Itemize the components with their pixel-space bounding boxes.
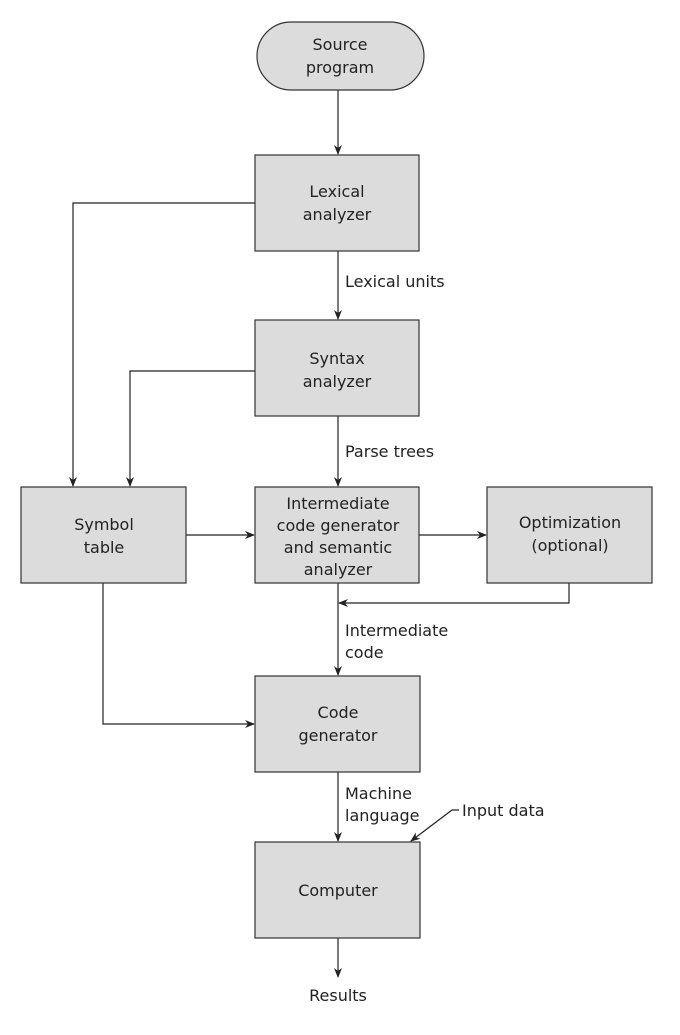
node-intermediate: Intermediate code generator and semantic…: [254, 486, 420, 584]
node-label: Optimization: [519, 513, 621, 532]
node-label: analyzer: [303, 205, 372, 224]
node-computer: Computer: [254, 841, 421, 939]
node-label: Source: [313, 35, 368, 54]
label-results: Results: [309, 986, 367, 1005]
node-codegen: Code generator: [254, 675, 421, 773]
label-machine-language: Machine: [345, 784, 412, 803]
node-label: and semantic: [284, 538, 392, 557]
node-label: Intermediate: [286, 494, 389, 513]
node-label: (optional): [531, 536, 608, 555]
edge-lexical-symbol: [69, 202, 255, 487]
edge-symbol-codegen: [102, 583, 255, 728]
node-source: Source program: [256, 21, 425, 91]
edge-optimization-return: [338, 583, 570, 607]
node-label: program: [306, 58, 374, 77]
compiler-flow-diagram: Source program Lexical analyzer Syntax a…: [20, 21, 653, 1005]
node-label: table: [84, 538, 125, 557]
node-optimization: Optimization (optional): [486, 486, 653, 584]
node-label: Computer: [298, 881, 378, 900]
label-lexical-units: Lexical units: [345, 272, 445, 291]
node-label: analyzer: [303, 372, 372, 391]
label-intermediate-code: code: [345, 643, 384, 662]
node-label: Syntax: [309, 349, 364, 368]
node-label: analyzer: [304, 560, 373, 579]
edge-syntax-symbol: [126, 370, 255, 487]
node-label: Code: [318, 703, 359, 722]
label-machine-language: language: [345, 806, 420, 825]
node-label: Symbol: [74, 515, 134, 534]
node-symbol: Symbol table: [20, 486, 187, 584]
node-label: code generator: [277, 516, 400, 535]
label-input-data: Input data: [462, 801, 545, 820]
node-label: generator: [298, 726, 377, 745]
node-lexical: Lexical analyzer: [254, 154, 420, 252]
label-parse-trees: Parse trees: [345, 442, 434, 461]
node-syntax: Syntax analyzer: [254, 319, 420, 417]
node-label: Lexical: [309, 182, 364, 201]
label-intermediate-code: Intermediate: [345, 621, 448, 640]
